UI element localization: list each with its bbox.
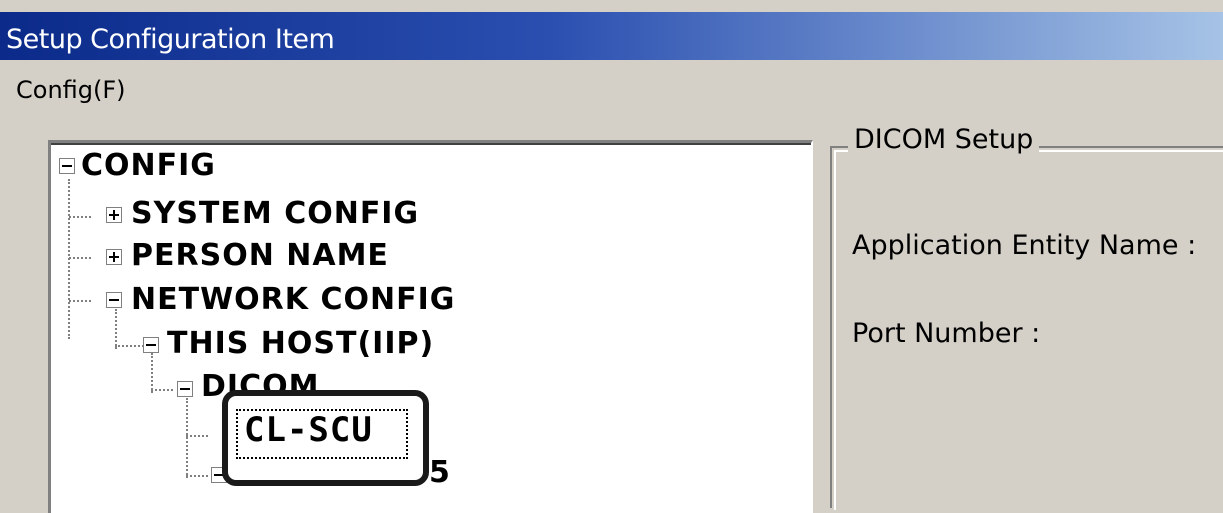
tree-node-dicom-iip[interactable]: 5: [429, 455, 451, 490]
tree-connector: [68, 179, 70, 339]
tree-connector: [115, 309, 117, 349]
collapse-icon[interactable]: [106, 292, 122, 308]
menu-config[interactable]: Config(F): [16, 76, 126, 104]
ae-name-label: Application Entity Name :: [852, 230, 1197, 261]
collapse-icon[interactable]: [177, 381, 193, 397]
tree-node-config[interactable]: CONFIG: [81, 148, 216, 183]
expand-icon[interactable]: [106, 207, 122, 223]
port-number-label: Port Number :: [852, 318, 1041, 349]
highlight-callout: [222, 390, 429, 486]
tree-connector: [69, 257, 91, 259]
collapse-icon[interactable]: [143, 337, 159, 353]
tree-node-person-name[interactable]: PERSON NAME: [131, 238, 389, 273]
tree-connector: [69, 300, 91, 302]
tree-node-system-config[interactable]: SYSTEM CONFIG: [131, 196, 419, 231]
collapse-icon[interactable]: [59, 158, 75, 174]
tree-connector: [186, 435, 208, 437]
tree-node-this-host[interactable]: THIS HOST(IIP): [167, 326, 434, 361]
top-edge: [0, 0, 1223, 12]
tree-connector: [69, 216, 91, 218]
tree-connector: [186, 475, 208, 477]
title-bar: Setup Configuration Item: [0, 12, 1223, 60]
tree-connector: [186, 398, 188, 478]
tree-connector: [151, 389, 173, 391]
expand-icon[interactable]: [106, 249, 122, 265]
window-title: Setup Configuration Item: [6, 24, 335, 55]
tree-node-network-config[interactable]: NETWORK CONFIG: [131, 282, 455, 317]
dicom-setup-legend: DICOM Setup: [848, 124, 1040, 155]
menu-bar: Config(F): [0, 60, 1223, 110]
tree-connector: [151, 353, 153, 393]
config-tree[interactable]: CONFIG SYSTEM CONFIG PERSON NAME NETWORK…: [48, 140, 813, 513]
